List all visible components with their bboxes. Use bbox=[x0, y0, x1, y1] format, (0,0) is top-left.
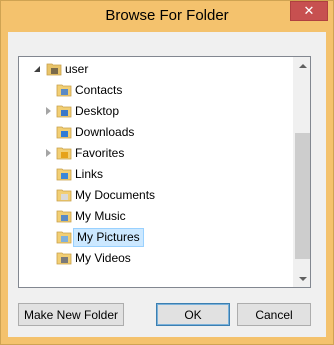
scroll-up-button[interactable] bbox=[294, 57, 310, 74]
tree-item-desktop[interactable]: Desktop bbox=[19, 101, 294, 122]
music-folder-icon bbox=[56, 210, 72, 223]
tree-item-label: Favorites bbox=[75, 146, 125, 160]
tree-item-label: Contacts bbox=[75, 83, 123, 97]
tree-item-label: My Videos bbox=[75, 251, 131, 265]
user-folder-icon bbox=[46, 63, 62, 76]
expand-icon[interactable] bbox=[46, 149, 51, 157]
arrow-down-icon bbox=[298, 276, 307, 281]
folder-tree[interactable]: user Contacts Desktop Downloads Favorites Lin… bbox=[18, 56, 311, 288]
tree-item-user[interactable]: user bbox=[19, 59, 294, 80]
ok-label: OK bbox=[184, 307, 202, 322]
tree-item-my-documents[interactable]: My Documents bbox=[19, 185, 294, 206]
tree-item-label: My Pictures bbox=[73, 228, 144, 247]
vertical-scrollbar[interactable] bbox=[293, 57, 310, 287]
scroll-down-button[interactable] bbox=[294, 270, 310, 287]
window-title: Browse For Folder bbox=[105, 7, 229, 24]
tree-item-label: user bbox=[65, 62, 89, 76]
documents-folder-icon bbox=[56, 189, 72, 202]
tree-item-my-videos[interactable]: My Videos bbox=[19, 248, 294, 269]
downloads-folder-icon bbox=[56, 126, 72, 139]
tree-item-downloads[interactable]: Downloads bbox=[19, 122, 294, 143]
folder-tree-rows: user Contacts Desktop Downloads Favorites Lin… bbox=[19, 59, 294, 269]
desktop-folder-icon bbox=[56, 105, 72, 118]
tree-item-label: Downloads bbox=[75, 125, 135, 139]
ok-button[interactable]: OK bbox=[156, 303, 230, 326]
close-button[interactable]: ✕ bbox=[290, 1, 328, 21]
title-bar[interactable]: Browse For Folder ✕ bbox=[1, 1, 333, 32]
tree-item-label: Desktop bbox=[75, 104, 120, 118]
contacts-folder-icon bbox=[56, 84, 72, 97]
tree-item-my-pictures[interactable]: My Pictures bbox=[19, 227, 294, 248]
close-icon: ✕ bbox=[303, 3, 315, 18]
tree-item-label: My Music bbox=[75, 209, 126, 223]
cancel-label: Cancel bbox=[255, 307, 293, 322]
tree-item-contacts[interactable]: Contacts bbox=[19, 80, 294, 101]
links-folder-icon bbox=[56, 168, 72, 181]
cancel-button[interactable]: Cancel bbox=[237, 303, 311, 326]
tree-item-favorites[interactable]: Favorites bbox=[19, 143, 294, 164]
make-new-folder-button[interactable]: Make New Folder bbox=[18, 303, 124, 326]
favorites-folder-icon bbox=[56, 147, 72, 160]
expand-icon[interactable] bbox=[46, 107, 51, 115]
tree-item-label: My Documents bbox=[75, 188, 156, 202]
videos-folder-icon bbox=[56, 252, 72, 265]
tree-item-links[interactable]: Links bbox=[19, 164, 294, 185]
arrow-up-icon bbox=[298, 63, 307, 68]
make-new-folder-label: Make New Folder bbox=[23, 307, 119, 322]
tree-item-label: Links bbox=[75, 167, 104, 181]
collapse-icon[interactable] bbox=[34, 66, 40, 72]
browse-for-folder-dialog: Browse For Folder ✕ user Contacts Desktop D… bbox=[0, 0, 334, 345]
tree-item-my-music[interactable]: My Music bbox=[19, 206, 294, 227]
scrollbar-thumb[interactable] bbox=[295, 133, 310, 259]
pictures-folder-icon bbox=[56, 231, 72, 244]
